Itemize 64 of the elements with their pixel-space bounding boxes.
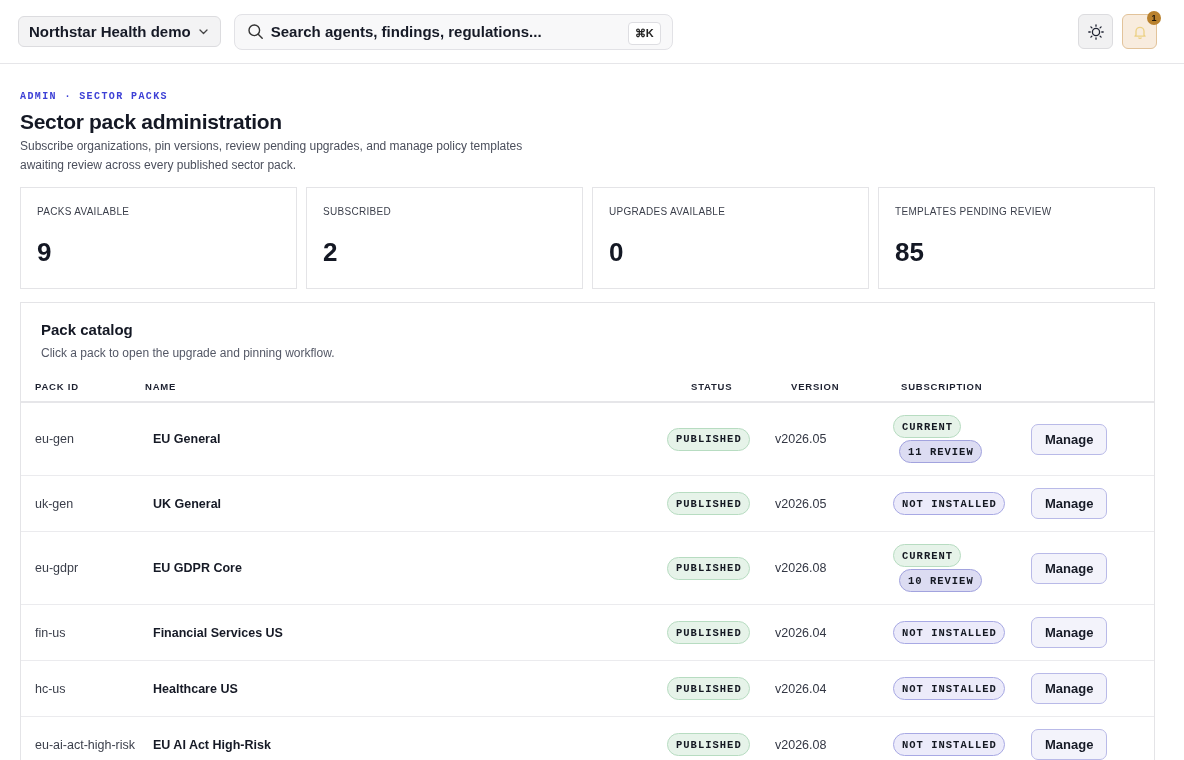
stat-value: 85: [895, 237, 924, 267]
pack-id-cell: eu-ai-act-high-risk: [35, 736, 136, 753]
version-cell: v2026.04: [775, 680, 827, 697]
pack-name-cell: UK General: [153, 495, 222, 512]
search-icon: [247, 23, 263, 39]
stat-value: 0: [609, 237, 624, 267]
pack-name-cell: Financial Services US: [153, 624, 283, 641]
manage-button[interactable]: Manage: [1031, 617, 1108, 648]
subscription-chip: NOT INSTALLED: [893, 677, 1005, 700]
stat-value: 9: [37, 237, 52, 267]
panel-subtitle: Click a pack to open the upgrade and pinning workflow.: [41, 345, 335, 361]
pack-name-cell: EU GDPR Core: [153, 560, 242, 576]
manage-button[interactable]: Manage: [1031, 729, 1108, 760]
breadcrumb: ADMIN · SECTOR PACKS: [20, 91, 170, 103]
page-title: Sector pack administration: [20, 111, 283, 133]
status-chip: PUBLISHED: [667, 677, 750, 700]
version-cell: v2026.08: [775, 560, 827, 576]
pack-id-cell: eu-gdpr: [35, 560, 79, 576]
column-header: VERSION: [791, 381, 840, 393]
column-header: PACK ID: [35, 381, 79, 393]
pack-id-cell: hc-us: [35, 680, 66, 697]
stat-value: 2: [323, 237, 338, 267]
version-cell: v2026.05: [775, 495, 827, 512]
status-chip: PUBLISHED: [667, 621, 750, 644]
manage-button[interactable]: Manage: [1031, 673, 1108, 704]
subscription-chip: NOT INSTALLED: [893, 733, 1005, 756]
organization-selector[interactable]: Northstar Health demo: [18, 16, 221, 47]
status-chip: PUBLISHED: [667, 427, 750, 451]
pack-id-cell: fin-us: [35, 624, 66, 641]
subscription-chip: 11 REVIEW: [899, 440, 982, 463]
version-cell: v2026.04: [775, 624, 827, 641]
status-chip: PUBLISHED: [667, 733, 750, 756]
theme-toggle-button[interactable]: [1078, 14, 1113, 49]
notifications-button[interactable]: [1122, 14, 1157, 49]
pack-id-cell: eu-gen: [35, 431, 74, 447]
chevron-down-icon: [198, 28, 208, 35]
stat-label: TEMPLATES PENDING REVIEW: [895, 206, 1052, 218]
column-header: SUBSCRIPTION: [901, 381, 983, 393]
column-header: NAME: [145, 381, 177, 393]
status-chip: PUBLISHED: [667, 492, 750, 515]
pack-name-cell: EU General: [153, 431, 221, 447]
version-cell: v2026.08: [775, 736, 827, 753]
pack-name-cell: EU AI Act High-Risk: [153, 736, 271, 753]
subscription-chip: 10 REVIEW: [899, 569, 982, 592]
notification-badge: 1: [1147, 11, 1161, 25]
subscription-chip: CURRENT: [893, 544, 962, 567]
manage-button[interactable]: Manage: [1031, 488, 1108, 519]
subscription-chip: NOT INSTALLED: [893, 492, 1005, 515]
pack-id-cell: uk-gen: [35, 495, 74, 512]
pack-name-cell: Healthcare US: [153, 680, 238, 697]
manage-button[interactable]: Manage: [1031, 423, 1108, 455]
page-description: Subscribe organizations, pin versions, review pending upgrades, and manage policy templates awaiting review across every published sector pack.: [20, 138, 524, 174]
stat-label: SUBSCRIBED: [323, 206, 391, 218]
sun-icon: [1087, 23, 1104, 40]
stat-label: UPGRADES AVAILABLE: [609, 206, 726, 218]
version-cell: v2026.05: [775, 431, 827, 447]
subscription-chip: CURRENT: [893, 415, 962, 438]
status-chip: PUBLISHED: [667, 556, 750, 580]
manage-button[interactable]: Manage: [1031, 552, 1108, 584]
panel-title: Pack catalog: [41, 320, 133, 340]
bell-icon: [1132, 24, 1147, 39]
stat-label: PACKS AVAILABLE: [37, 206, 130, 218]
subscription-chip: NOT INSTALLED: [893, 621, 1005, 644]
column-header: STATUS: [691, 381, 733, 393]
